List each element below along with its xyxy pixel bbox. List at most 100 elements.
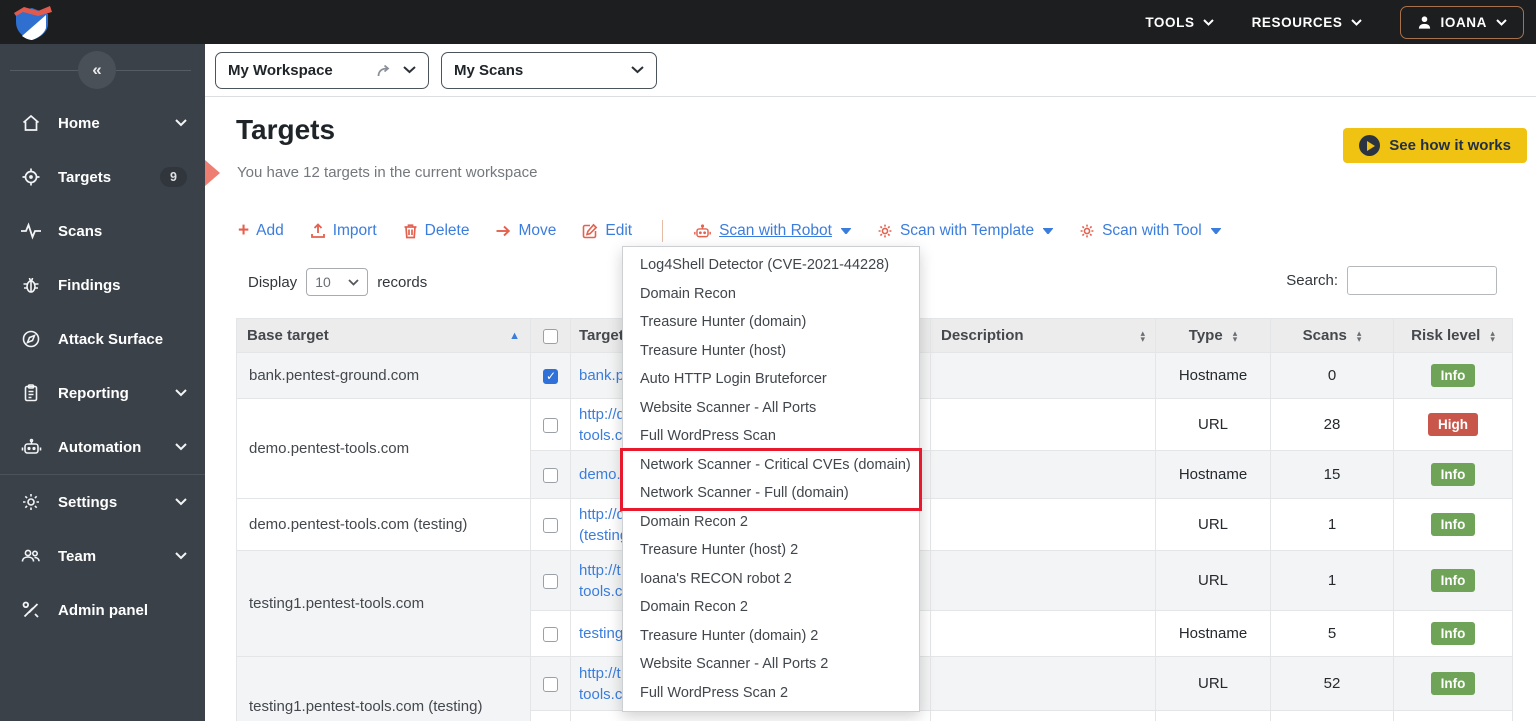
type-cell: Hostname (1155, 450, 1271, 499)
delete-button[interactable]: Delete (403, 222, 469, 240)
sidebar-item-settings[interactable]: Settings (0, 475, 205, 529)
column-header-description[interactable]: Description ▴ ▾ (930, 318, 1156, 353)
type-cell: URL (1155, 398, 1271, 451)
gear-icon (20, 491, 42, 513)
robot-menu-item[interactable]: Treasure Hunter (host) (623, 337, 919, 366)
robot-menu-item[interactable]: Website Scanner - All Ports 2 (623, 650, 919, 679)
column-header-scans[interactable]: Scans ▴ ▾ (1270, 318, 1394, 353)
description-cell (930, 610, 1156, 657)
scan-with-robot-menu: Log4Shell Detector (CVE-2021-44228) Doma… (622, 246, 920, 712)
base-target-cell: demo.pentest-tools.com (236, 398, 531, 499)
search-input[interactable] (1347, 266, 1497, 295)
row-checkbox[interactable] (543, 417, 558, 433)
scans-cell: 15 (1270, 450, 1394, 499)
topnav-tools-label: TOOLS (1145, 14, 1195, 30)
robot-menu-item[interactable]: Full WordPress Scan (623, 422, 919, 451)
risk-badge: Info (1430, 463, 1476, 486)
scan-with-tool-button[interactable]: Scan with Tool (1079, 222, 1221, 240)
row-checkbox[interactable] (543, 676, 558, 692)
active-nav-marker (205, 160, 220, 186)
topbar: TOOLS RESOURCES IOANA (0, 0, 1536, 44)
scans-selector[interactable]: My Scans (441, 51, 657, 89)
chevron-down-icon (1496, 18, 1507, 26)
row-checkbox[interactable] (543, 517, 558, 533)
row-checkbox[interactable] (543, 573, 558, 589)
sidebar-item-attack-surface[interactable]: Attack Surface (0, 312, 205, 366)
robot-menu-item[interactable]: Domain Recon 2 (623, 508, 919, 537)
edit-button[interactable]: Edit (582, 222, 632, 240)
robot-menu-item[interactable]: Full WordPress Scan 2 (623, 679, 919, 708)
chevron-down-icon (840, 228, 851, 234)
sidebar-item-admin-panel[interactable]: Admin panel (0, 583, 205, 637)
workspace-selector[interactable]: My Workspace (215, 51, 429, 89)
risk-badge: Info (1430, 569, 1476, 592)
records-per-page-value: 10 (315, 274, 331, 290)
app-logo-icon[interactable] (8, 2, 62, 42)
robot-menu-item[interactable]: Ioana's RECON robot 2 (623, 565, 919, 594)
select-all-checkbox-cell (530, 318, 571, 353)
robot-menu-item[interactable]: Domain Recon (623, 280, 919, 309)
move-button[interactable]: Move (495, 222, 556, 240)
sidebar-collapse-button[interactable]: « (78, 51, 116, 89)
sidebar-item-team[interactable]: Team (0, 529, 205, 583)
type-cell: Hostname (1155, 610, 1271, 657)
targets-toolbar: + Add Import Delete Move Edit Scan with … (238, 220, 1221, 242)
robot-menu-item[interactable]: Domain Recon 2 (623, 593, 919, 622)
type-cell: URL (1155, 656, 1271, 711)
row-checkbox[interactable] (543, 368, 558, 384)
risk-badge: Info (1430, 672, 1476, 695)
gear-icon (1079, 223, 1095, 239)
sidebar-item-label: Attack Surface (58, 330, 164, 348)
description-cell (930, 398, 1156, 451)
sidebar: « Home Targets 9 Scans Findings Attack S… (0, 44, 205, 721)
robot-menu-item[interactable]: Treasure Hunter (host) 2 (623, 536, 919, 565)
row-checkbox[interactable] (543, 626, 558, 642)
robot-menu-item[interactable]: Treasure Hunter (domain) 2 (623, 622, 919, 651)
scan-with-robot-button[interactable]: Scan with Robot (693, 222, 851, 240)
sidebar-item-targets[interactable]: Targets 9 (0, 150, 205, 204)
add-button[interactable]: + Add (238, 220, 284, 242)
sidebar-item-findings[interactable]: Findings (0, 258, 205, 312)
highlight-annotation-box: Network Scanner - Critical CVEs (domain)… (623, 450, 919, 508)
type-cell: Hostname (1155, 352, 1271, 399)
pulse-icon (20, 220, 42, 242)
page-title: Targets (236, 114, 336, 145)
sort-icon: ▴ ▾ (1356, 327, 1362, 344)
import-button[interactable]: Import (310, 222, 377, 240)
column-header-base-target[interactable]: Base target ▲ (236, 318, 531, 353)
base-target-cell: testing1.pentest-tools.com (testing) (236, 656, 531, 721)
sidebar-item-home[interactable]: Home (0, 96, 205, 150)
row-checkbox[interactable] (543, 467, 558, 483)
edit-label: Edit (605, 222, 633, 239)
user-menu[interactable]: IOANA (1399, 5, 1524, 39)
robot-menu-item[interactable]: Auto HTTP Login Bruteforcer (623, 365, 919, 394)
topnav-resources[interactable]: RESOURCES (1252, 15, 1362, 30)
topnav-tools[interactable]: TOOLS (1145, 14, 1214, 30)
chevron-down-icon (175, 498, 187, 506)
sidebar-collapse-row: « (0, 44, 205, 96)
records-per-page-select[interactable]: 10 (306, 268, 369, 296)
robot-menu-item[interactable]: Website Scanner - All Ports (623, 394, 919, 423)
column-header-type[interactable]: Type ▴ ▾ (1155, 318, 1271, 353)
sidebar-item-label: Scans (58, 222, 103, 240)
compass-icon (20, 328, 42, 350)
sidebar-item-label: Home (58, 114, 100, 132)
trash-icon (403, 223, 418, 239)
scan-with-template-button[interactable]: Scan with Template (877, 222, 1054, 240)
share-arrow-icon[interactable] (377, 64, 393, 77)
select-all-checkbox[interactable] (543, 328, 558, 344)
divider (662, 220, 664, 242)
robot-menu-item[interactable]: Log4Shell Detector (CVE-2021-44228) (623, 251, 919, 280)
robot-menu-item[interactable]: Network Scanner - Full (domain) (623, 479, 919, 508)
sidebar-item-reporting[interactable]: Reporting (0, 366, 205, 420)
sidebar-item-automation[interactable]: Automation (0, 420, 205, 474)
sidebar-item-scans[interactable]: Scans (0, 204, 205, 258)
robot-menu-item[interactable]: Treasure Hunter (domain) (623, 308, 919, 337)
robot-menu-item[interactable]: Network Scanner - Critical CVEs (domain) (623, 451, 919, 480)
clipboard-icon (20, 382, 42, 404)
robot-icon (20, 436, 42, 458)
see-how-it-works-button[interactable]: See how it works (1343, 128, 1527, 163)
sidebar-item-label: Automation (58, 438, 142, 456)
robot-icon (693, 223, 712, 240)
column-header-risk-level[interactable]: Risk level ▴ ▾ (1393, 318, 1513, 353)
